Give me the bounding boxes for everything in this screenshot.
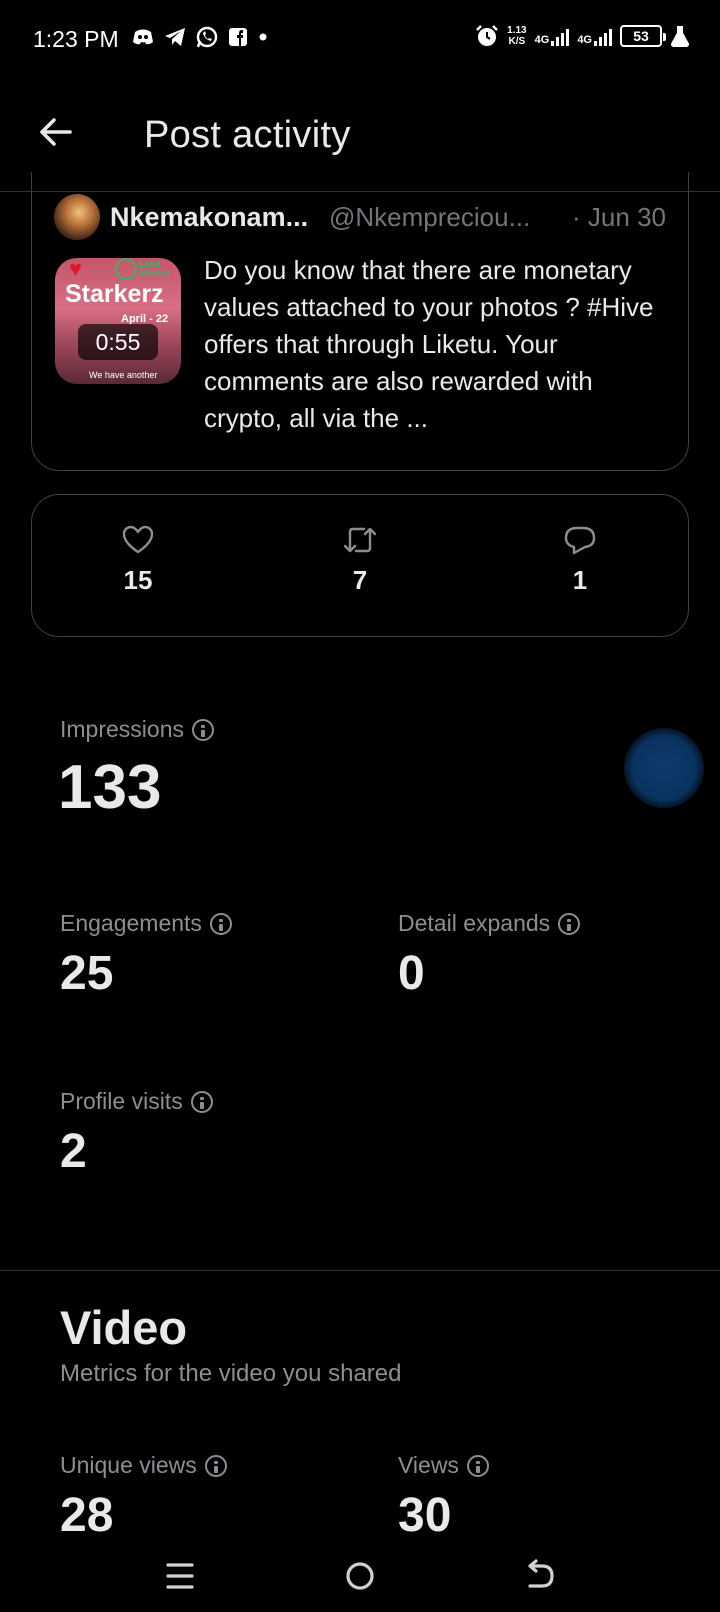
thumbnail-caption: We have another (89, 370, 158, 380)
author-name[interactable]: Nkemakonam... (110, 202, 308, 233)
alarm-icon (476, 25, 499, 46)
views-label[interactable]: Views (398, 1452, 489, 1479)
speed-unit: K/S (508, 36, 526, 47)
unique-views-label-text: Unique views (60, 1452, 197, 1478)
replies-stat[interactable]: 1 (540, 525, 620, 596)
info-icon[interactable] (190, 1090, 213, 1113)
thumbnail-title: Starkerz (65, 280, 164, 308)
signal-bars-1-icon (551, 26, 570, 46)
thumbnail-globe-logo-icon (115, 258, 137, 280)
flask-icon (670, 26, 690, 47)
whatsapp-icon (196, 26, 218, 48)
info-icon[interactable] (558, 912, 581, 935)
speed-value: 1.13 (507, 25, 527, 36)
detail-expands-label-text: Detail expands (398, 910, 551, 936)
reposts-stat[interactable]: 7 (320, 525, 400, 596)
engagements-label-text: Engagements (60, 910, 202, 936)
system-nav-bar (0, 1540, 720, 1612)
page-title: Post activity (144, 114, 351, 156)
reply-icon (564, 526, 596, 555)
battery-icon: 53 (620, 25, 666, 47)
profile-visits-label[interactable]: Profile visits (60, 1088, 213, 1115)
author-handle: @Nkempreciou... (329, 202, 531, 232)
info-icon[interactable] (466, 1454, 489, 1477)
telegram-icon (165, 28, 185, 46)
facebook-icon (229, 28, 247, 46)
unique-views-value: 28 (60, 1489, 114, 1542)
post-card[interactable]: Nkemakonam... @Nkempreciou... · Jun 30 ♥… (31, 172, 689, 471)
profile-visits-label-text: Profile visits (60, 1088, 183, 1114)
discord-icon (133, 29, 153, 45)
post-date: · Jun 30 (572, 202, 666, 232)
thumbnail-country: Mexico (139, 268, 170, 278)
status-right: 1.13 K/S 4G 4G 53 (475, 24, 690, 48)
video-section-subtitle: Metrics for the video you shared (60, 1360, 402, 1387)
engagements-value: 25 (60, 947, 114, 1000)
back-arrow-icon[interactable] (36, 112, 76, 152)
engagement-stats-card: 15 7 1 (31, 494, 689, 637)
thumbnail-land: Land Mexico (139, 260, 170, 278)
status-time: 1:23 PM (33, 26, 119, 52)
impressions-label-text: Impressions (60, 716, 184, 742)
info-icon[interactable] (191, 718, 214, 741)
home-icon[interactable] (338, 1554, 382, 1598)
status-app-icons (132, 26, 268, 48)
video-section-title: Video (60, 1301, 188, 1354)
avatar[interactable] (54, 194, 100, 240)
heart-icon (122, 525, 154, 554)
profile-visits-value: 2 (60, 1125, 87, 1178)
section-divider (0, 1270, 720, 1271)
network-2-label: 4G (577, 34, 592, 46)
info-icon[interactable] (209, 912, 232, 935)
likes-stat[interactable]: 15 (98, 525, 178, 596)
impressions-value: 133 (58, 753, 162, 822)
status-bar: 1:23 PM 1.13 K/S 4G 4G 53 (0, 0, 720, 80)
floating-action-dot[interactable] (624, 728, 704, 808)
detail-expands-label[interactable]: Detail expands (398, 910, 581, 937)
network-2: 4G (577, 26, 612, 46)
thumbnail-heart-logo-icon: ♥ (69, 258, 83, 281)
likes-count: 15 (123, 565, 153, 595)
back-icon[interactable] (518, 1554, 562, 1598)
post-text[interactable]: Do you know that there are monetary valu… (204, 252, 664, 437)
engagements-label[interactable]: Engagements (60, 910, 232, 937)
unique-views-label[interactable]: Unique views (60, 1452, 227, 1479)
views-value: 30 (398, 1489, 452, 1542)
impressions-label[interactable]: Impressions (60, 716, 214, 743)
signal-bars-2-icon (594, 26, 612, 46)
reposts-count: 7 (352, 565, 368, 595)
video-duration-badge: 0:55 (78, 324, 158, 360)
repost-icon (343, 527, 377, 553)
network-1-label: 4G (534, 34, 550, 46)
menu-icon[interactable] (158, 1554, 202, 1598)
views-label-text: Views (398, 1452, 459, 1478)
replies-count: 1 (572, 565, 588, 595)
video-thumbnail[interactable]: ♥ Land Mexico Starkerz April - 22 We hav… (55, 258, 181, 384)
network-1: 4G (535, 26, 570, 46)
detail-expands-value: 0 (398, 947, 425, 1000)
info-icon[interactable] (204, 1454, 227, 1477)
notification-dot-icon (259, 33, 267, 41)
network-speed: 1.13 K/S (507, 25, 526, 47)
